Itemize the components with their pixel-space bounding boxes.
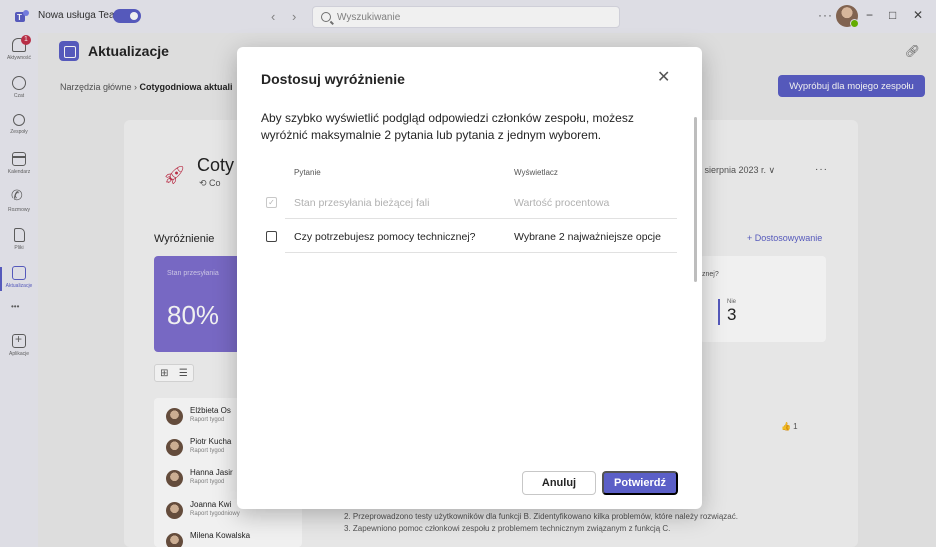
row-checkbox-disabled: ✓ [266, 197, 277, 208]
close-icon[interactable]: ✕ [657, 67, 670, 87]
customize-highlights-dialog: Dostosuj wyróżnienie ✕ Aby szybko wyświe… [237, 47, 702, 509]
confirm-button[interactable]: Potwierdź [602, 471, 678, 495]
dialog-title: Dostosuj wyróżnienie [261, 71, 405, 87]
row-divider [285, 218, 677, 219]
question-cell: Czy potrzebujesz pomocy technicznej? [294, 231, 476, 243]
display-cell: Wybrane 2 najważniejsze opcje [514, 231, 661, 243]
dialog-description: Aby szybko wyświetlić podgląd odpowiedzi… [261, 111, 634, 142]
column-header-display: Wyświetlacz [514, 168, 558, 177]
column-header-question: Pytanie [294, 168, 321, 177]
cancel-button[interactable]: Anuluj [522, 471, 596, 495]
scrollbar[interactable] [694, 117, 697, 282]
question-cell: Stan przesyłania bieżącej fali [294, 197, 430, 209]
row-checkbox[interactable] [266, 231, 277, 242]
display-cell: Wartość procentowa [514, 197, 610, 209]
row-divider [285, 252, 677, 253]
